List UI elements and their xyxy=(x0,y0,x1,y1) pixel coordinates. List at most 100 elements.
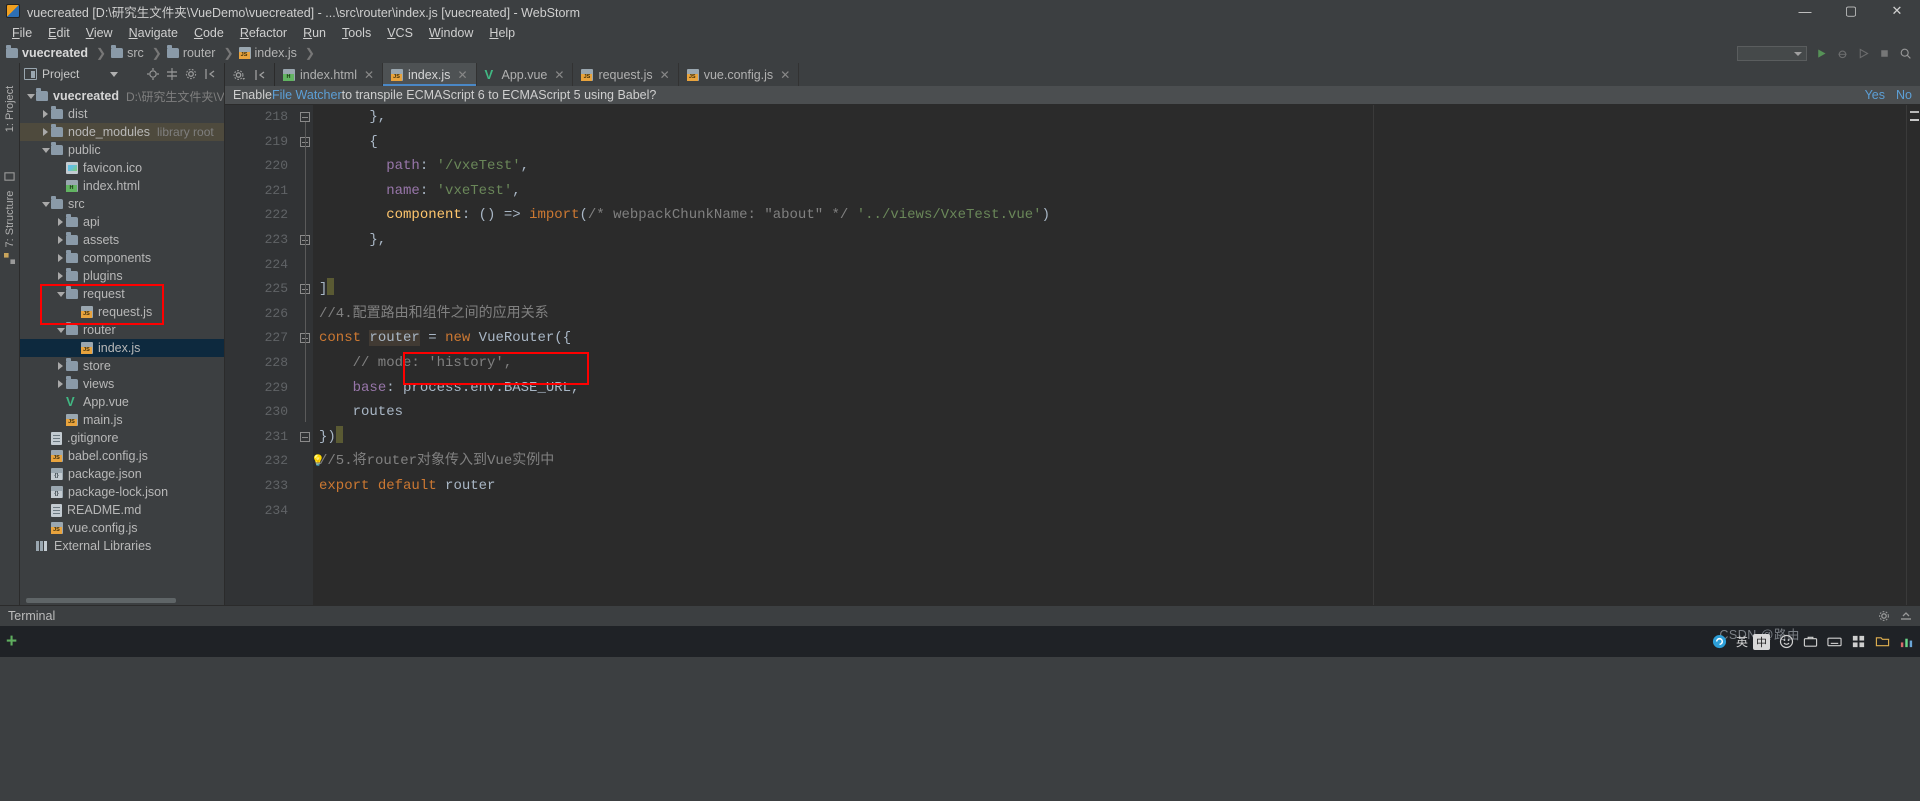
code-folding-column[interactable] xyxy=(297,105,313,605)
maximize-button[interactable]: ▢ xyxy=(1828,0,1874,22)
editor-marker-strip[interactable] xyxy=(1906,105,1920,605)
keyboard-icon[interactable] xyxy=(1827,634,1842,649)
tree-item-dist[interactable]: dist xyxy=(20,105,224,123)
notice-no-button[interactable]: No xyxy=(1896,88,1912,102)
tree-item-request.js[interactable]: request.js xyxy=(20,303,224,321)
breadcrumb-item-index-js[interactable]: index.js ❯ xyxy=(238,46,320,60)
code-line[interactable]: }, xyxy=(313,105,1906,130)
tree-item-External-Libraries[interactable]: External Libraries xyxy=(20,537,224,555)
tree-item-public[interactable]: public xyxy=(20,141,224,159)
tree-item-package-lock.json[interactable]: package-lock.json xyxy=(20,483,224,501)
menu-item-vcs[interactable]: VCS xyxy=(379,24,421,42)
grid-icon[interactable] xyxy=(1851,634,1866,649)
menu-item-tools[interactable]: Tools xyxy=(334,24,379,42)
chevron-right-icon[interactable] xyxy=(56,249,66,267)
tree-item-favicon.ico[interactable]: favicon.ico xyxy=(20,159,224,177)
collapse-all-icon[interactable] xyxy=(166,68,178,80)
run-configuration-select[interactable] xyxy=(1737,45,1807,61)
editor-tab-vue-config-js[interactable]: vue.config.js ✕ xyxy=(679,63,800,86)
chevron-down-icon[interactable] xyxy=(56,321,66,339)
tree-item-components[interactable]: components xyxy=(20,249,224,267)
notice-yes-button[interactable]: Yes xyxy=(1865,88,1885,102)
run-icon[interactable] xyxy=(1815,47,1828,60)
tree-item-README.md[interactable]: README.md xyxy=(20,501,224,519)
code-line[interactable]: routes xyxy=(313,400,1906,425)
code-line[interactable]: }) xyxy=(313,425,1906,450)
favorites-icon[interactable] xyxy=(4,171,15,182)
tree-item-index.html[interactable]: index.html xyxy=(20,177,224,195)
project-horizontal-scrollbar[interactable] xyxy=(20,595,224,605)
menu-item-help[interactable]: Help xyxy=(481,24,523,42)
tree-item-api[interactable]: api xyxy=(20,213,224,231)
menu-item-navigate[interactable]: Navigate xyxy=(121,24,186,42)
breadcrumb-item-vuecreated[interactable]: vuecreated ❯ xyxy=(6,45,111,60)
code-line[interactable]: // mode: 'history', xyxy=(313,351,1906,376)
breadcrumb-item-src[interactable]: src ❯ xyxy=(111,45,167,60)
code-line[interactable]: ] xyxy=(313,277,1906,302)
settings-gear-icon[interactable] xyxy=(185,68,197,80)
chevron-down-icon[interactable] xyxy=(26,87,36,105)
tree-item-package.json[interactable]: package.json xyxy=(20,465,224,483)
tree-item-vuecreated[interactable]: vuecreated D:\研究生文件夹\VueDem xyxy=(20,87,224,105)
search-everywhere-icon[interactable] xyxy=(1899,47,1912,60)
code-line[interactable]: component: () => import(/* webpackChunkN… xyxy=(313,203,1906,228)
settings-gear-icon[interactable] xyxy=(1878,610,1890,622)
folder-tray-icon[interactable] xyxy=(1875,634,1890,649)
code-line[interactable]: export default router xyxy=(313,474,1906,499)
code-line[interactable]: name: 'vxeTest', xyxy=(313,179,1906,204)
code-line[interactable]: base: process.env.BASE_URL, xyxy=(313,376,1906,401)
tree-item-src[interactable]: src xyxy=(20,195,224,213)
tree-item-node_modules[interactable]: node_modules library root xyxy=(20,123,224,141)
hide-icon[interactable] xyxy=(1900,610,1912,622)
minimize-button[interactable]: — xyxy=(1782,0,1828,22)
tree-item-plugins[interactable]: plugins xyxy=(20,267,224,285)
close-icon[interactable]: ✕ xyxy=(364,68,374,82)
intention-bulb-icon[interactable] xyxy=(313,449,323,461)
tree-item-store[interactable]: store xyxy=(20,357,224,375)
code-line[interactable] xyxy=(313,499,1906,524)
tree-item-assets[interactable]: assets xyxy=(20,231,224,249)
code-line[interactable]: path: '/vxeTest', xyxy=(313,154,1906,179)
menu-item-view[interactable]: View xyxy=(78,24,121,42)
locate-file-icon[interactable] xyxy=(147,68,159,80)
tree-item-babel.config.js[interactable]: babel.config.js xyxy=(20,447,224,465)
ime-indicator[interactable]: 英 中 xyxy=(1736,633,1770,650)
chevron-down-icon[interactable] xyxy=(56,285,66,303)
tree-item-views[interactable]: views xyxy=(20,375,224,393)
add-terminal-button[interactable]: + xyxy=(6,631,17,653)
close-icon[interactable]: ✕ xyxy=(554,68,564,82)
code-line[interactable]: const router = new VueRouter({ xyxy=(313,326,1906,351)
fold-toggle-icon[interactable] xyxy=(300,431,310,442)
chevron-down-icon[interactable] xyxy=(110,71,119,77)
code-line[interactable]: { xyxy=(313,130,1906,155)
code-line[interactable]: //4.配置路由和组件之间的应用关系 xyxy=(313,302,1906,327)
chevron-right-icon[interactable] xyxy=(56,267,66,285)
editor-tab-request-js[interactable]: request.js ✕ xyxy=(573,63,679,86)
code-content[interactable]: }, { path: '/vxeTest', name: 'vxeTest', … xyxy=(313,105,1906,605)
structure-icon[interactable] xyxy=(4,253,15,264)
code-line[interactable]: //5.将router对象传入到Vue实例中 xyxy=(313,449,1906,474)
file-watcher-link[interactable]: File Watcher xyxy=(272,88,342,102)
chevron-down-icon[interactable] xyxy=(41,195,51,213)
toolbox-icon[interactable] xyxy=(1803,634,1818,649)
debug-icon[interactable] xyxy=(1836,47,1849,60)
sogou-icon[interactable] xyxy=(1712,634,1727,649)
tree-item-App.vue[interactable]: App.vue xyxy=(20,393,224,411)
editor-tab-App-vue[interactable]: App.vue ✕ xyxy=(477,63,574,86)
tree-item-request[interactable]: request xyxy=(20,285,224,303)
chevron-right-icon[interactable] xyxy=(56,231,66,249)
menu-item-edit[interactable]: Edit xyxy=(40,24,78,42)
tree-item-main.js[interactable]: main.js xyxy=(20,411,224,429)
run-coverage-icon[interactable] xyxy=(1857,47,1870,60)
hide-panel-icon[interactable] xyxy=(204,68,216,80)
hide-panel-icon[interactable] xyxy=(254,69,266,81)
menu-item-refactor[interactable]: Refactor xyxy=(232,24,295,42)
close-button[interactable]: ✕ xyxy=(1874,0,1920,22)
project-file-tree[interactable]: vuecreated D:\研究生文件夹\VueDem dist node_modul… xyxy=(20,85,224,595)
settings-gear-icon[interactable] xyxy=(233,69,245,81)
menu-item-run[interactable]: Run xyxy=(295,24,334,42)
chevron-right-icon[interactable] xyxy=(56,375,66,393)
scrollbar-thumb[interactable] xyxy=(26,597,176,603)
code-editor[interactable]: 218 219 220 221 222 223 224 225 226 227 228 229 230 2… xyxy=(225,105,1920,605)
chevron-down-icon[interactable] xyxy=(41,141,51,159)
